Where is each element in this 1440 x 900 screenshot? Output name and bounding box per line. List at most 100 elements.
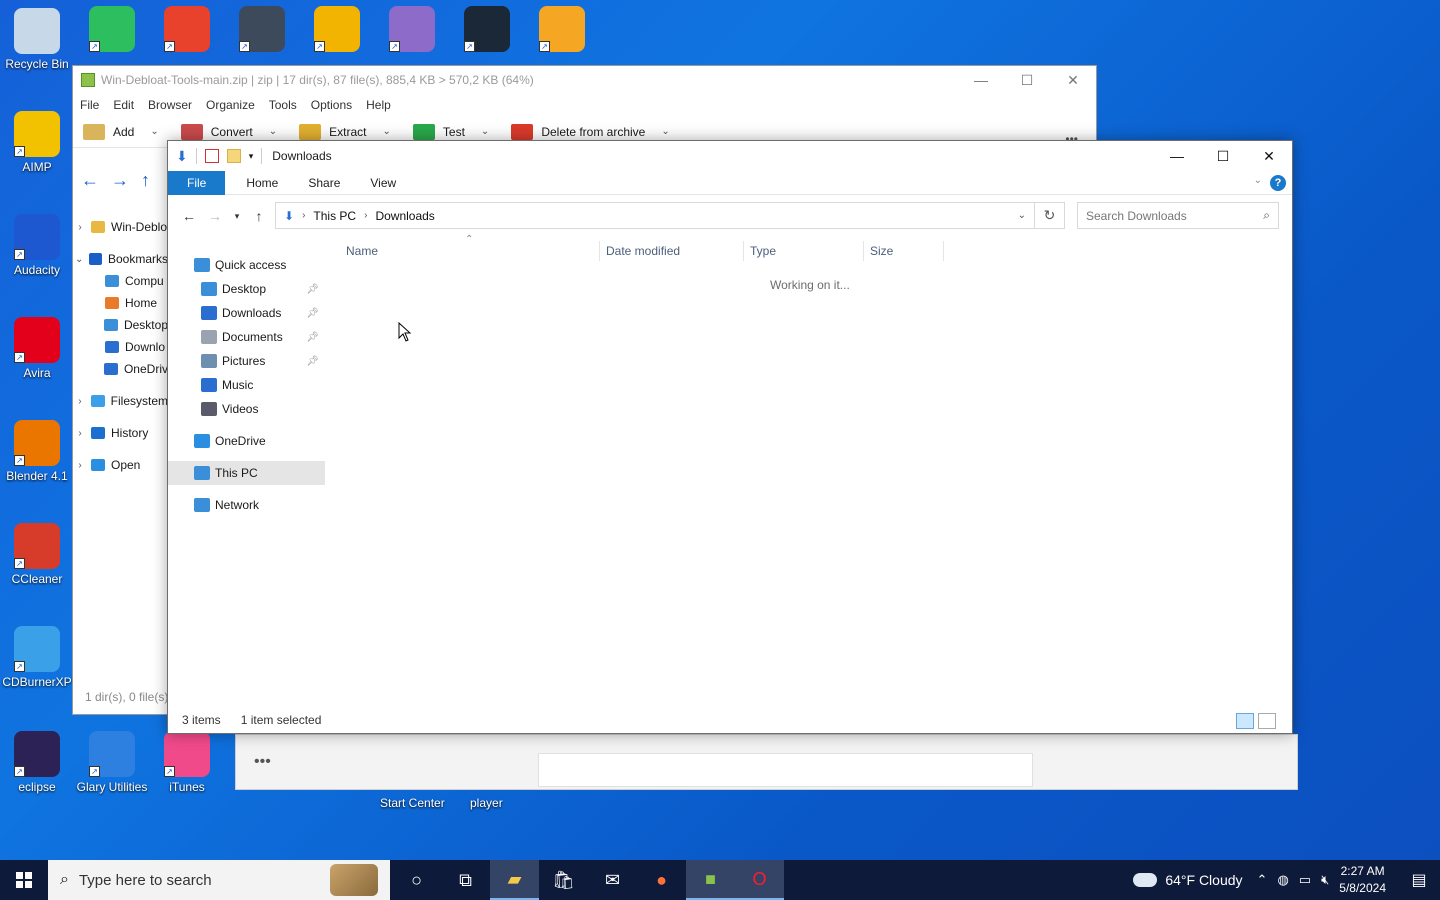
- tab-share[interactable]: Share: [293, 171, 355, 195]
- breadcrumb-downloads[interactable]: Downloads: [375, 209, 434, 223]
- recent-locations-icon[interactable]: ▾: [230, 211, 244, 222]
- chevron-down-icon[interactable]: ⌄: [150, 126, 158, 137]
- desktop-icon[interactable]: ↗: [375, 6, 449, 55]
- address-dropdown-icon[interactable]: ⌄: [1018, 210, 1026, 221]
- qat-dropdown-icon[interactable]: ▾: [249, 151, 254, 162]
- tree-item[interactable]: Downlo: [73, 336, 168, 358]
- large-icons-view-icon[interactable]: [1258, 713, 1276, 729]
- nav-item-pictures[interactable]: Pictures 📌︎: [168, 349, 325, 373]
- nav-item-desktop[interactable]: Desktop 📌︎: [168, 277, 325, 301]
- chevron-down-icon[interactable]: ⌄: [383, 126, 391, 137]
- tree-item[interactable]: Desktop: [73, 314, 168, 336]
- tree-expander-icon[interactable]: ›: [73, 396, 87, 407]
- menu-item-help[interactable]: Help: [366, 98, 391, 112]
- more-icon[interactable]: •••: [254, 753, 271, 771]
- search-input[interactable]: Search Downloads ⌕: [1077, 202, 1279, 229]
- forward-arrow-icon[interactable]: →: [111, 170, 129, 191]
- desktop-icon[interactable]: ↗: [300, 6, 374, 55]
- menu-item-options[interactable]: Options: [311, 98, 352, 112]
- maximize-icon[interactable]: ☐: [1200, 141, 1246, 171]
- toolbar-button-convert[interactable]: Convert ⌄: [180, 123, 277, 140]
- tree-item[interactable]: › Win-Deblo: [73, 216, 168, 238]
- nav-item-videos[interactable]: Videos: [168, 397, 325, 421]
- column-size[interactable]: Size: [864, 241, 944, 261]
- address-bar[interactable]: ⬇ › This PC › Downloads ⌄: [275, 202, 1035, 229]
- notifications-icon[interactable]: ▤: [1404, 870, 1434, 890]
- nav-item-documents[interactable]: Documents 📌︎: [168, 325, 325, 349]
- breadcrumb-separator-icon[interactable]: ›: [302, 210, 305, 221]
- menu-item-file[interactable]: File: [80, 98, 99, 112]
- up-arrow-icon[interactable]: ↑: [248, 208, 270, 224]
- tree-item[interactable]: Home: [73, 292, 168, 314]
- back-arrow-icon[interactable]: ←: [81, 170, 99, 191]
- tree-item[interactable]: OneDriv: [73, 358, 168, 380]
- refresh-button[interactable]: ↻: [1035, 202, 1065, 229]
- maximize-icon[interactable]: ☐: [1004, 66, 1050, 94]
- tree-expander-icon[interactable]: ›: [73, 428, 87, 439]
- mail-icon[interactable]: ✉: [588, 860, 637, 900]
- desktop-icon[interactable]: ↗: [450, 6, 524, 55]
- menu-item-browser[interactable]: Browser: [148, 98, 192, 112]
- menu-item-organize[interactable]: Organize: [206, 98, 255, 112]
- nav-item-music[interactable]: Music: [168, 373, 325, 397]
- desktop-icon[interactable]: ↗: [75, 6, 149, 55]
- tree-expander-icon[interactable]: ⌄: [73, 254, 85, 265]
- explorer-title-bar[interactable]: ⬇ ▾ Downloads: [168, 141, 1292, 171]
- breadcrumb-this-pc[interactable]: This PC: [313, 209, 356, 223]
- toolbar-button-add[interactable]: Add ⌄: [83, 123, 159, 140]
- pin-icon[interactable]: 📌︎: [306, 332, 319, 343]
- tree-item[interactable]: › Open: [73, 454, 168, 476]
- desktop-icon[interactable]: ↗ CDBurnerXP: [0, 626, 74, 689]
- close-icon[interactable]: ✕: [1246, 141, 1292, 171]
- chevron-down-icon[interactable]: ⌄: [269, 126, 277, 137]
- tree-item[interactable]: Compu: [73, 270, 168, 292]
- toolbar-button-extract[interactable]: Extract ⌄: [299, 123, 391, 140]
- details-view-icon[interactable]: [1236, 713, 1254, 729]
- desktop-icon[interactable]: ↗: [225, 6, 299, 55]
- help-icon[interactable]: ?: [1270, 175, 1286, 191]
- column-name[interactable]: Name: [340, 241, 600, 261]
- network-icon[interactable]: ▭: [1299, 872, 1311, 888]
- menu-item-tools[interactable]: Tools: [269, 98, 297, 112]
- volume-muted-icon[interactable]: 🔇︎: [1321, 872, 1329, 888]
- clock[interactable]: 2:27 AM 5/8/2024: [1339, 863, 1386, 897]
- tab-home[interactable]: Home: [231, 171, 293, 195]
- pin-icon[interactable]: 📌︎: [306, 356, 319, 367]
- desktop-icon[interactable]: ↗ CCleaner: [0, 523, 74, 586]
- desktop-icon[interactable]: Recycle Bin: [0, 8, 74, 71]
- desktop-icon[interactable]: ↗ eclipse: [0, 731, 74, 794]
- nav-item-quick-access[interactable]: Quick access: [168, 253, 325, 277]
- show-hidden-icons-icon[interactable]: ⌃: [1257, 872, 1268, 888]
- task-view-icon[interactable]: ⧉: [441, 860, 490, 900]
- nav-item-onedrive[interactable]: OneDrive: [168, 429, 325, 453]
- close-icon[interactable]: ✕: [1050, 66, 1096, 94]
- desktop-icon[interactable]: ↗ Glary Utilities: [75, 731, 149, 794]
- nav-item-downloads[interactable]: Downloads 📌︎: [168, 301, 325, 325]
- desktop-icon[interactable]: ↗ AIMP: [0, 111, 74, 174]
- expand-ribbon-icon[interactable]: ⌄: [1254, 175, 1262, 186]
- breadcrumb-separator-icon[interactable]: ›: [364, 210, 367, 221]
- pin-icon[interactable]: 📌︎: [306, 284, 319, 295]
- tab-view[interactable]: View: [355, 171, 411, 195]
- up-arrow-icon[interactable]: ↑: [141, 170, 150, 191]
- tree-item[interactable]: › Filesystem: [73, 390, 168, 412]
- nav-item-network[interactable]: Network: [168, 493, 325, 517]
- nav-item-this-pc[interactable]: This PC: [168, 461, 325, 485]
- archiver-icon[interactable]: ■: [686, 860, 735, 900]
- start-button[interactable]: [0, 860, 48, 900]
- toolbar-button-delete-from-archive[interactable]: Delete from archive ⌄: [511, 123, 670, 140]
- tree-expander-icon[interactable]: ›: [73, 222, 87, 233]
- new-folder-icon[interactable]: [226, 149, 241, 163]
- tree-item[interactable]: › History: [73, 422, 168, 444]
- minimize-icon[interactable]: —: [958, 66, 1004, 94]
- desktop-icon[interactable]: ↗ iTunes: [150, 731, 224, 794]
- desktop-icon[interactable]: ↗ Blender 4.1: [0, 420, 74, 483]
- opera-icon[interactable]: O: [735, 860, 784, 900]
- meet-now-icon[interactable]: ◍: [1277, 872, 1288, 888]
- pin-icon[interactable]: 📌︎: [306, 308, 319, 319]
- chevron-down-icon[interactable]: ⌄: [481, 126, 489, 137]
- firefox-icon[interactable]: ●: [637, 860, 686, 900]
- forward-arrow-icon[interactable]: →: [204, 208, 226, 224]
- chevron-down-icon[interactable]: ⌄: [661, 126, 669, 137]
- tree-expander-icon[interactable]: ›: [73, 460, 87, 471]
